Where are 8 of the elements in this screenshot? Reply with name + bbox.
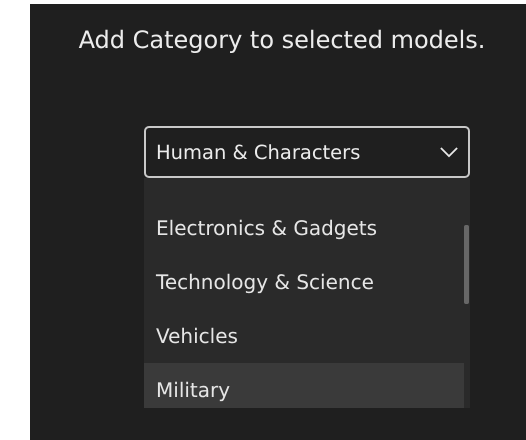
dropdown-option[interactable]: Electronics & Gadgets (144, 201, 464, 255)
chevron-down-icon (440, 146, 458, 158)
dropdown-option[interactable]: Military (144, 363, 464, 408)
dropdown-option[interactable]: Vehicles (144, 309, 464, 363)
scrollbar-thumb[interactable] (464, 225, 469, 304)
dropdown-option[interactable]: Technology & Science (144, 255, 464, 309)
category-dropdown[interactable]: Human & Characters (144, 126, 470, 178)
prompt-text: Add Category to selected models. (78, 25, 486, 54)
